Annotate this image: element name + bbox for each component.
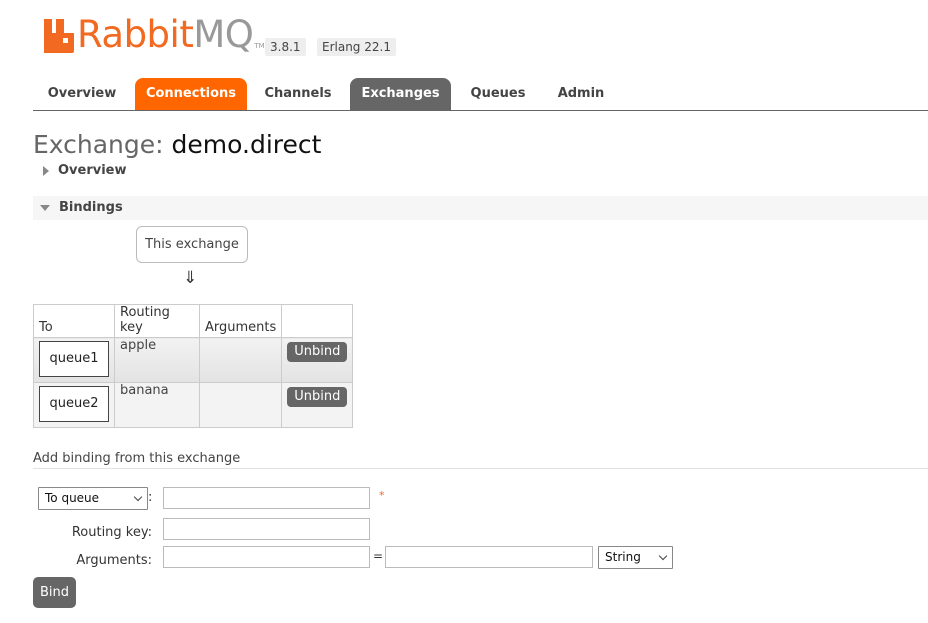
argument-value-input[interactable] (385, 546, 593, 568)
tab-admin[interactable]: Admin (545, 78, 617, 110)
bind-button[interactable]: Bind (33, 577, 76, 608)
add-binding-heading: Add binding from this exchange (33, 449, 928, 469)
tab-channels[interactable]: Channels (251, 78, 345, 110)
arguments-cell (198, 382, 283, 428)
unbind-button[interactable]: Unbind (287, 387, 348, 407)
bindings-table: To Routing key Arguments queue1 apple Un… (33, 304, 354, 428)
page-title: Exchange: demo.direct (33, 130, 321, 160)
tab-exchanges[interactable]: Exchanges (350, 78, 451, 110)
tab-queues[interactable]: Queues (455, 78, 541, 110)
column-header-routing-key: Routing key (114, 304, 200, 338)
destination-type-value: To queue (45, 491, 100, 505)
routing-key-label: Routing key: (71, 525, 152, 540)
brand-primary: Rabbit (77, 13, 194, 56)
overview-section-label: Overview (58, 163, 127, 178)
bindings-section-label: Bindings (59, 200, 123, 215)
column-header-arguments: Arguments (198, 304, 283, 338)
argument-type-value: String (605, 550, 641, 564)
exchange-name: demo.direct (171, 130, 322, 159)
table-row: queue2 banana Unbind (33, 382, 354, 428)
destination-colon: : (148, 490, 153, 505)
routing-key-cell: apple (114, 337, 200, 383)
triangle-right-icon (43, 165, 49, 176)
table-row: queue1 apple Unbind (33, 337, 354, 383)
destination-type-select[interactable]: To queue (38, 487, 148, 510)
queue-link[interactable]: queue1 (39, 341, 109, 377)
required-marker: * (379, 489, 385, 502)
argument-type-select[interactable]: String (598, 546, 673, 569)
bindings-section-toggle[interactable]: Bindings (33, 196, 928, 220)
column-header-to: To (33, 304, 115, 338)
rabbitmq-logo[interactable]: Rabbit MQ TM (44, 13, 265, 56)
action-cell: Unbind (281, 337, 354, 383)
routing-key-input[interactable] (163, 518, 370, 540)
arguments-cell (198, 337, 283, 383)
unbind-button[interactable]: Unbind (287, 342, 348, 362)
triangle-down-icon (40, 204, 50, 211)
erlang-version-badge: Erlang 22.1 (317, 38, 396, 56)
destination-input[interactable] (163, 487, 370, 509)
queue-link[interactable]: queue2 (39, 386, 109, 422)
trademark: TM (254, 42, 265, 50)
table-header-row: To Routing key Arguments (33, 304, 354, 338)
equals-sign: = (373, 549, 384, 563)
binding-destination-cell: queue1 (33, 337, 115, 383)
tab-overview[interactable]: Overview (33, 78, 131, 110)
arguments-label: Arguments: (76, 553, 152, 568)
argument-key-input[interactable] (163, 546, 370, 568)
rabbitmq-logo-icon (44, 19, 74, 53)
chevron-down-icon (658, 551, 668, 561)
main-nav-tabs: Overview Connections Channels Exchanges … (33, 78, 928, 111)
tab-connections[interactable]: Connections (135, 78, 247, 110)
binding-destination-cell: queue2 (33, 382, 115, 428)
version-badge: 3.8.1 (265, 38, 306, 56)
action-cell: Unbind (281, 382, 354, 428)
down-arrow-icon: ⇓ (183, 268, 198, 288)
brand-secondary: MQ (193, 13, 254, 56)
routing-key-cell: banana (114, 382, 200, 428)
this-exchange-box: This exchange (136, 226, 248, 263)
column-header-action (281, 304, 354, 338)
page-title-prefix: Exchange: (33, 130, 164, 159)
chevron-down-icon (133, 492, 143, 502)
overview-section-toggle[interactable]: Overview (33, 159, 928, 183)
